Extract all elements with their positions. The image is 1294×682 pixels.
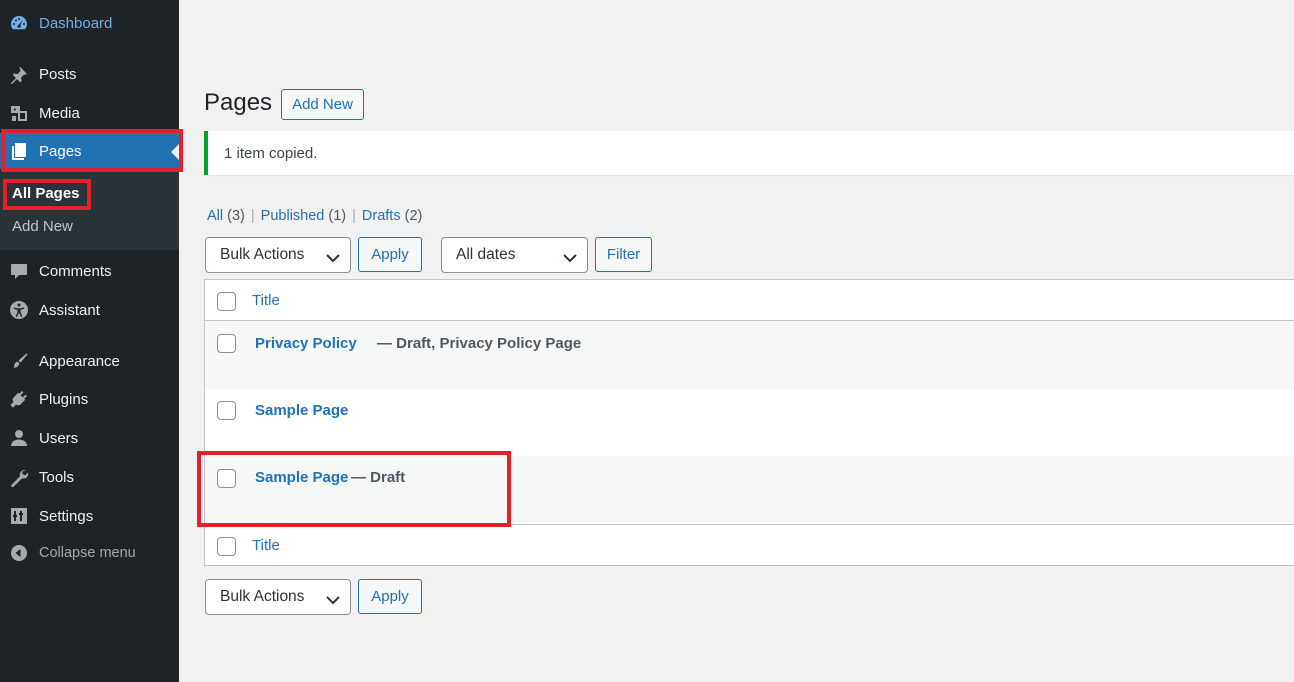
sidebar-item-appearance[interactable]: Appearance <box>0 343 179 379</box>
submenu-item-all-pages[interactable]: All Pages <box>12 185 80 202</box>
sidebar-item-users[interactable]: Users <box>0 420 179 456</box>
pages-submenu: All Pages Add New <box>0 172 179 250</box>
table-header: Title <box>205 280 1294 321</box>
dashboard-icon <box>8 12 30 34</box>
pages-table: Title Privacy Policy — Draft, Privacy Po… <box>204 279 1294 566</box>
notice-message: 1 item copied. <box>224 144 318 162</box>
post-state: — Draft <box>351 469 406 486</box>
sidebar-item-label: Pages <box>39 142 82 160</box>
column-title-footer[interactable]: Title <box>252 537 280 554</box>
row-title-link[interactable]: Privacy Policy <box>255 335 357 352</box>
separator: | <box>250 208 255 224</box>
view-drafts-link[interactable]: Drafts (2) <box>362 208 422 224</box>
wrench-icon <box>8 466 30 488</box>
sidebar-item-label: Dashboard <box>39 14 113 32</box>
sidebar-item-settings[interactable]: Settings <box>0 498 179 534</box>
admin-sidebar: Dashboard Posts Media Pages All Pages Ad… <box>0 0 179 682</box>
sidebar-item-label: Plugins <box>39 390 89 408</box>
active-arrow-indicator <box>171 144 179 160</box>
bulk-actions-value: Bulk Actions <box>220 588 305 605</box>
select-all-checkbox[interactable] <box>217 292 236 311</box>
apply-button-bottom[interactable]: Apply <box>358 579 422 614</box>
row-checkbox[interactable] <box>217 469 236 488</box>
sidebar-item-label: Settings <box>39 507 94 525</box>
user-icon <box>8 427 30 449</box>
comment-icon <box>8 260 30 282</box>
row-title-link[interactable]: Sample Page <box>255 469 348 486</box>
column-title-header[interactable]: Title <box>252 292 280 309</box>
submenu-item-add-new[interactable]: Add New <box>12 218 73 235</box>
select-all-checkbox-footer[interactable] <box>217 537 236 556</box>
plugin-icon <box>8 388 30 410</box>
table-footer: Title <box>205 525 1294 566</box>
add-new-button[interactable]: Add New <box>281 89 364 120</box>
sidebar-item-label: Tools <box>39 468 75 486</box>
chevron-down-icon <box>326 250 340 263</box>
table-row: Privacy Policy — Draft, Privacy Policy P… <box>205 321 1294 389</box>
bulk-actions-value: Bulk Actions <box>220 246 305 263</box>
page-title: Pages <box>204 89 273 116</box>
row-checkbox[interactable] <box>217 334 236 353</box>
view-all-link[interactable]: All (3) <box>207 208 245 224</box>
success-notice: 1 item copied. <box>204 131 1294 175</box>
dates-select[interactable]: All dates <box>441 237 588 273</box>
separator: | <box>352 208 356 224</box>
sidebar-item-posts[interactable]: Posts <box>0 56 179 92</box>
sidebar-item-label: Posts <box>39 65 77 83</box>
row-title-link[interactable]: Sample Page <box>255 402 348 419</box>
sidebar-item-media[interactable]: Media <box>0 95 179 131</box>
view-published-link[interactable]: Published (1) <box>261 208 346 224</box>
sidebar-item-tools[interactable]: Tools <box>0 459 179 495</box>
dates-value: All dates <box>456 246 516 263</box>
collapse-menu-label: Collapse menu <box>39 545 136 561</box>
chevron-down-icon <box>563 250 577 263</box>
pushpin-icon <box>8 63 30 85</box>
sidebar-item-label: Users <box>39 429 79 447</box>
sidebar-item-label: Assistant <box>39 301 100 319</box>
sidebar-item-dashboard[interactable]: Dashboard <box>0 5 179 41</box>
sidebar-item-assistant[interactable]: Assistant <box>0 292 179 328</box>
filter-button[interactable]: Filter <box>595 237 652 272</box>
chevron-down-icon <box>326 592 340 605</box>
sidebar-item-comments[interactable]: Comments <box>0 253 179 289</box>
sidebar-item-label: Comments <box>39 262 112 280</box>
apply-button-top[interactable]: Apply <box>358 237 422 272</box>
collapse-menu-button[interactable]: Collapse menu <box>0 535 179 571</box>
accessibility-icon <box>8 299 30 321</box>
pages-icon <box>8 140 30 162</box>
table-row: Sample Page <box>205 389 1294 456</box>
bulk-actions-select-bottom[interactable]: Bulk Actions <box>205 579 351 615</box>
media-icon <box>8 102 30 124</box>
settings-icon <box>8 505 30 527</box>
table-row: Sample Page — Draft <box>205 456 1294 524</box>
paintbrush-icon <box>8 350 30 372</box>
sidebar-item-label: Media <box>39 104 80 122</box>
main-content: Pages Add New 1 item copied. All (3) | Pub… <box>179 0 1294 682</box>
collapse-icon <box>8 542 30 564</box>
post-state: — Draft, Privacy Policy Page <box>377 335 582 352</box>
sidebar-item-plugins[interactable]: Plugins <box>0 381 179 417</box>
view-filters: All (3) | Published (1) | Drafts (2) <box>207 208 422 224</box>
bulk-actions-select-top[interactable]: Bulk Actions <box>205 237 351 273</box>
row-checkbox[interactable] <box>217 401 236 420</box>
sidebar-item-pages[interactable]: Pages <box>0 133 179 169</box>
sidebar-item-label: Appearance <box>39 352 120 370</box>
